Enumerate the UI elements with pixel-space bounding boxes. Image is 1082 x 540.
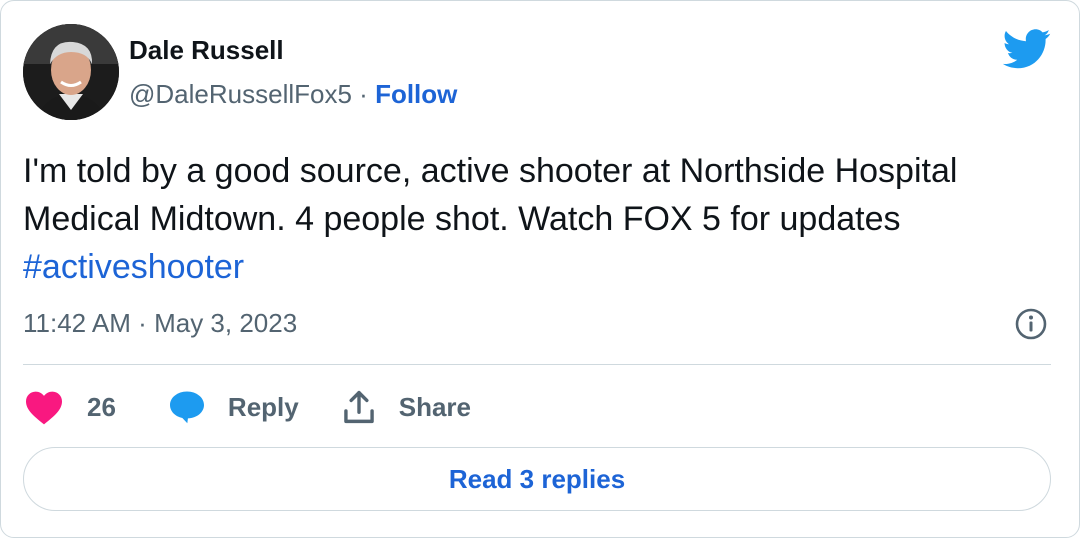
tweet-date: May 3, 2023 (154, 308, 298, 338)
speech-bubble-icon (168, 390, 206, 424)
tweet-time: 11:42 AM (23, 308, 131, 338)
tweet-text: I'm told by a good source, active shoote… (23, 147, 1059, 291)
reply-label: Reply (227, 391, 299, 422)
read-replies-button[interactable]: Read 3 replies (23, 447, 1051, 511)
hashtag-link[interactable]: #activeshooter (23, 248, 244, 286)
handle-separator: · (359, 79, 368, 109)
twitter-bird-icon[interactable] (1002, 29, 1051, 69)
info-icon[interactable] (1015, 308, 1047, 340)
like-count: 26 (87, 391, 116, 422)
tweet-card: Dale Russell @DaleRussellFox5 · Follow I… (0, 0, 1080, 538)
heart-icon (23, 389, 65, 425)
action-bar: 26 Reply Share (23, 384, 471, 430)
author-name[interactable]: Dale Russell (129, 35, 284, 66)
author-handle[interactable]: @DaleRussellFox5 (129, 79, 352, 109)
tweet-body: I'm told by a good source, active shoote… (23, 152, 958, 238)
share-upload-icon (343, 390, 375, 424)
author-handle-row: @DaleRussellFox5 · Follow (129, 79, 457, 110)
divider (23, 364, 1051, 365)
share-label: Share (398, 391, 471, 422)
avatar[interactable] (23, 24, 119, 120)
follow-link[interactable]: Follow (375, 79, 457, 109)
timestamp-separator: · (138, 308, 147, 338)
timestamp[interactable]: 11:42 AM · May 3, 2023 (23, 308, 297, 339)
share-button[interactable]: Share (343, 390, 471, 424)
reply-button[interactable]: Reply (168, 390, 299, 424)
like-button[interactable]: 26 (23, 389, 116, 425)
